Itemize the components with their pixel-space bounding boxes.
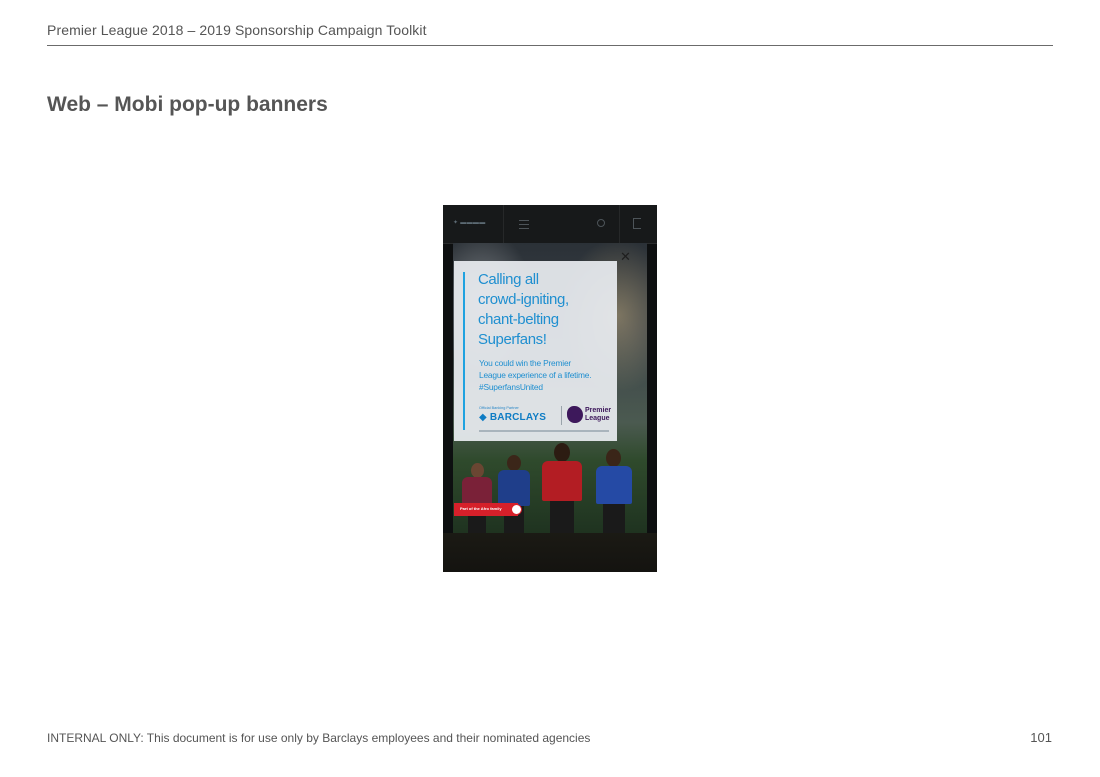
barclays-wordmark: BARCLAYS [489, 412, 547, 423]
superfans-photo [454, 441, 647, 533]
close-icon[interactable]: ✕ [620, 250, 631, 263]
popup-card: Calling all crowd-igniting, chant-beltin… [454, 261, 617, 441]
headline-line: chant-belting [478, 311, 559, 328]
headline-line: Calling all [478, 271, 539, 288]
page-background-fade [443, 533, 657, 572]
logout-icon[interactable] [633, 218, 641, 229]
page-title: Web – Mobi pop-up banners [47, 93, 328, 116]
afro-family-text: Part of the Afro family [460, 506, 502, 511]
popup-body-copy: You could win the Premier League experie… [479, 357, 615, 393]
terms-small-print [479, 430, 609, 432]
logo-divider [561, 406, 562, 425]
premier-league-wordmark: Premier League [585, 407, 611, 422]
mobile-popup-banner-screenshot: ✦ ▬▬▬▬ ✕ Calling all crowd-igniting, cha… [443, 205, 657, 572]
document-header: Premier League 2018 – 2019 Sponsorship C… [47, 22, 427, 38]
page-number: 101 [1030, 730, 1052, 745]
barclays-topbar-logo: ✦ ▬▬▬▬ [453, 220, 486, 226]
search-icon[interactable] [597, 219, 605, 227]
body-line: You could win the Premier [479, 358, 571, 368]
topbar-divider [503, 205, 504, 243]
headline-line: crowd-igniting, [478, 291, 569, 308]
popup-headline: Calling all crowd-igniting, chant-beltin… [478, 270, 613, 350]
header-divider [47, 45, 1053, 46]
barclays-logo: ◆ BARCLAYS [479, 412, 546, 423]
accent-bar [463, 272, 465, 430]
premier-league-lion-icon [567, 406, 583, 423]
partner-caption: Official Banking Partner [479, 406, 519, 410]
fan-figure [496, 455, 532, 533]
barclays-eagle-icon: ◆ [479, 412, 487, 423]
fan-figure [594, 449, 634, 533]
afro-badge-icon [511, 504, 522, 515]
hashtag: #SuperfansUnited [479, 382, 543, 392]
fan-figure [540, 443, 584, 533]
headline-line: Superfans! [478, 331, 547, 348]
mobile-site-topbar: ✦ ▬▬▬▬ [443, 205, 657, 244]
pl-line: League [585, 414, 610, 422]
body-line: League experience of a lifetime. [479, 370, 592, 380]
document-footer: INTERNAL ONLY: This document is for use … [47, 731, 591, 745]
fan-figure [460, 463, 494, 533]
topbar-divider [619, 205, 620, 243]
pl-line: Premier [585, 407, 612, 414]
afro-family-tag: Part of the Afro family [454, 503, 522, 516]
hamburger-menu-icon[interactable] [519, 220, 529, 232]
